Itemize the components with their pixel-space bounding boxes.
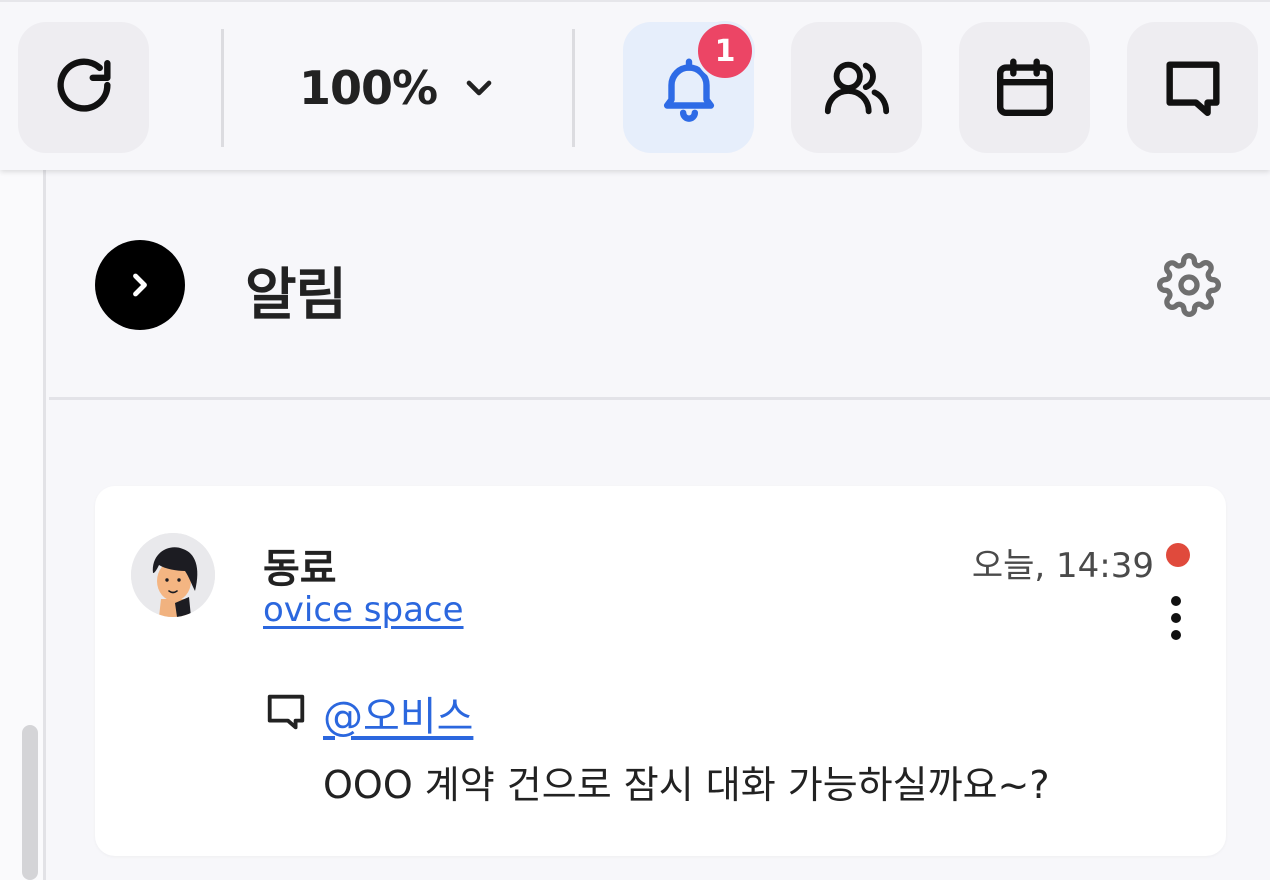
scrollbar-thumb[interactable] bbox=[22, 725, 38, 880]
unread-indicator bbox=[1166, 543, 1190, 567]
gear-icon bbox=[1157, 253, 1221, 317]
notification-panel-header: 알림 bbox=[49, 170, 1270, 400]
notification-count-badge: 1 bbox=[695, 21, 755, 81]
toolbar-divider bbox=[572, 29, 575, 147]
notification-time: 오늘, 14:39 bbox=[971, 546, 1154, 586]
space-link[interactable]: ovice space bbox=[263, 590, 464, 630]
refresh-icon bbox=[57, 58, 111, 112]
sender-name: 동료 bbox=[263, 546, 337, 592]
chat-bubble-icon bbox=[1165, 60, 1220, 116]
zoom-dropdown[interactable]: 100% bbox=[226, 22, 572, 153]
avatar bbox=[131, 533, 215, 617]
panel-title: 알림 bbox=[245, 263, 347, 328]
chevron-down-icon bbox=[466, 80, 492, 95]
notification-settings-button[interactable] bbox=[1154, 250, 1224, 320]
members-button[interactable] bbox=[791, 22, 922, 153]
calendar-icon bbox=[996, 58, 1053, 116]
mention-link[interactable]: @오비스 bbox=[323, 684, 473, 742]
notification-message: OOO 계약 건으로 잠시 대화 가능하실까요~? bbox=[323, 763, 1050, 807]
more-options-button[interactable] bbox=[1156, 590, 1196, 646]
chat-button[interactable] bbox=[1127, 22, 1258, 153]
zoom-value: 100% bbox=[298, 60, 438, 115]
more-vertical-icon bbox=[1171, 596, 1181, 640]
person-avatar-icon bbox=[131, 533, 215, 617]
collapse-panel-button[interactable] bbox=[95, 240, 185, 330]
calendar-button[interactable] bbox=[959, 22, 1090, 153]
toolbar-divider bbox=[221, 29, 224, 147]
chevron-right-icon bbox=[133, 273, 147, 297]
top-toolbar: 100% 1 bbox=[0, 0, 1270, 170]
comment-icon bbox=[267, 694, 305, 730]
notification-card[interactable]: 동료 ovice space 오늘, 14:39 @오비스 OOO 계약 건으로… bbox=[95, 486, 1226, 856]
users-icon bbox=[824, 61, 889, 114]
refresh-button[interactable] bbox=[18, 22, 149, 153]
